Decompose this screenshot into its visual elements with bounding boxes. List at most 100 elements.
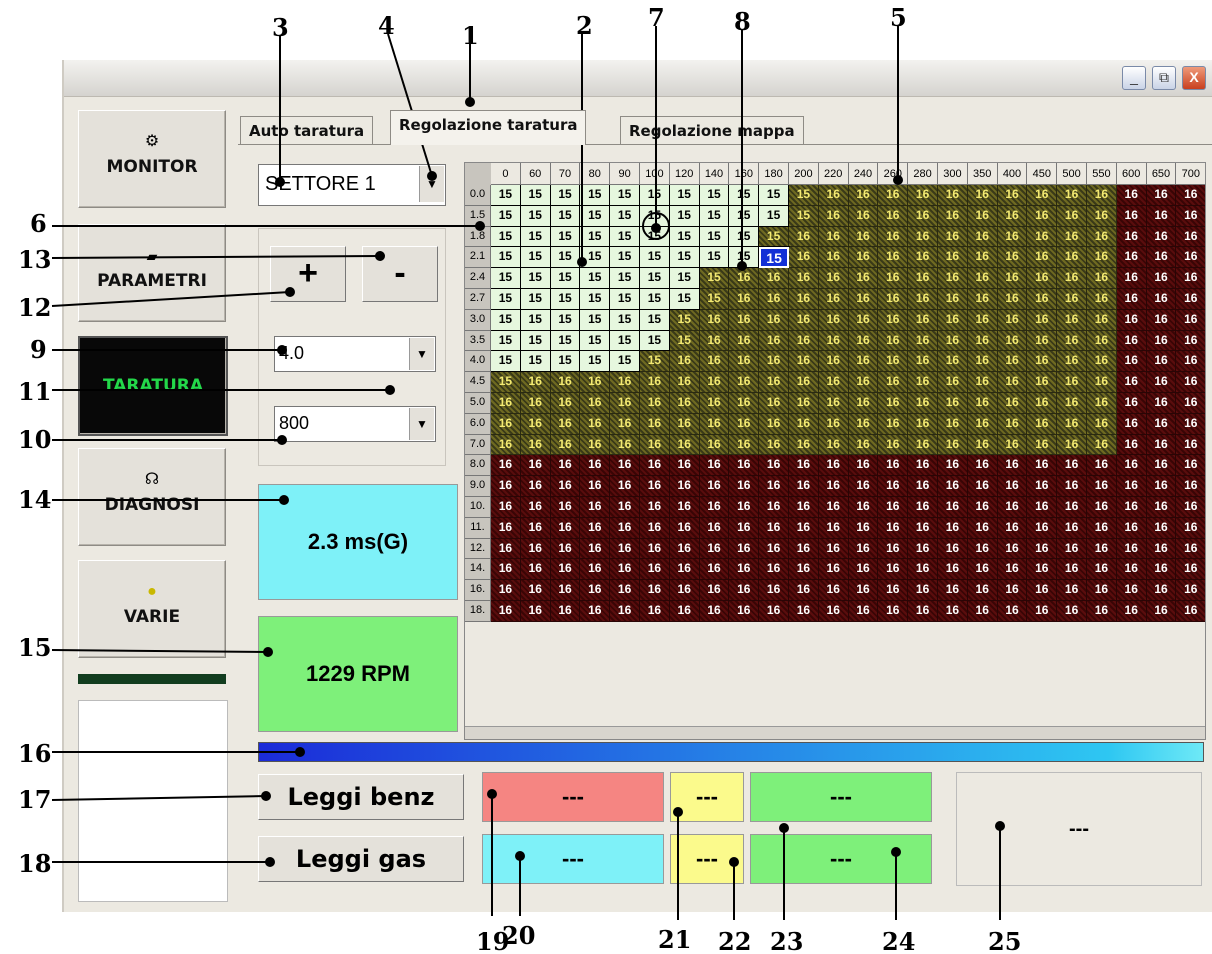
map-cell[interactable]: 16 [878,434,909,456]
map-cell[interactable]: 16 [1176,413,1205,435]
map-cell[interactable]: 16 [1176,372,1205,393]
map-cell[interactable]: 16 [908,289,938,310]
map-cell[interactable]: 15 [550,226,581,248]
map-cell[interactable]: 16 [1176,476,1205,497]
map-cell[interactable]: 16 [938,434,968,456]
map-cell[interactable]: 16 [997,226,1028,248]
tab-auto-taratura[interactable]: Auto taratura [240,116,374,145]
map-cell[interactable]: 16 [878,601,909,622]
map-cell[interactable]: 15 [491,247,521,269]
map-cell[interactable]: 15 [520,247,551,269]
map-cell[interactable]: 16 [550,517,581,539]
map-cell[interactable]: 16 [669,434,700,456]
tab-regolazione-taratura[interactable]: Regolazione taratura [390,110,587,145]
map-cell[interactable]: 16 [848,497,879,518]
map-cell[interactable]: 16 [1176,455,1205,477]
map-cell[interactable]: 16 [967,393,998,414]
map-cell[interactable]: 16 [610,497,640,518]
map-cell[interactable]: 16 [967,309,998,331]
map-cell[interactable]: 16 [938,497,968,518]
map-cell[interactable]: 16 [908,372,938,393]
map-cell[interactable]: 16 [938,268,968,289]
map-cell[interactable]: 16 [789,393,819,414]
map-cell[interactable]: 16 [878,559,909,581]
map-cell[interactable]: 15 [758,246,790,270]
map-cell[interactable]: 15 [580,289,611,310]
map-cell[interactable]: 15 [580,247,611,269]
map-cell[interactable]: 16 [550,413,581,435]
map-cell[interactable]: 16 [1057,330,1087,352]
map-cell[interactable]: 16 [1027,268,1058,289]
map-cell[interactable]: 16 [848,580,879,601]
map-cell[interactable]: 16 [938,393,968,414]
map-cell[interactable]: 16 [1027,476,1058,497]
map-cell[interactable]: 16 [520,393,551,414]
map-cell[interactable]: 15 [669,309,700,331]
map-cell[interactable]: 16 [759,538,789,560]
map-cell[interactable]: 16 [997,309,1028,331]
map-cell[interactable]: 16 [818,434,849,456]
map-cell[interactable]: 15 [699,185,730,206]
map-cell[interactable]: 16 [729,372,760,393]
map-cell[interactable]: 16 [759,309,789,331]
map-cell[interactable]: 16 [520,517,551,539]
map-cell[interactable]: 16 [997,289,1028,310]
map-cell[interactable]: 16 [997,517,1028,539]
map-cell[interactable]: 16 [967,476,998,497]
map-cell[interactable]: 16 [878,517,909,539]
step-select[interactable]: 4.0 ▼ [274,336,436,372]
map-cell[interactable]: 16 [1176,434,1205,456]
map-cell[interactable]: 15 [610,205,640,227]
map-cell[interactable]: 15 [580,309,611,331]
map-cell[interactable]: 15 [610,330,640,352]
map-cell[interactable]: 16 [1057,247,1087,269]
map-cell[interactable]: 16 [938,351,968,373]
map-cell[interactable]: 16 [1146,289,1177,310]
map-cell[interactable]: 16 [580,538,611,560]
map-cell[interactable]: 16 [908,601,938,622]
map-cell[interactable]: 16 [1146,185,1177,206]
map-cell[interactable]: 16 [1116,309,1147,331]
map-cell[interactable]: 16 [699,413,730,435]
map-cell[interactable]: 16 [1087,497,1117,518]
map-cell[interactable]: 16 [1027,497,1058,518]
map-cell[interactable]: 16 [1116,205,1147,227]
map-cell[interactable]: 16 [1176,247,1205,269]
map-cell[interactable]: 16 [908,185,938,206]
map-cell[interactable]: 16 [1087,476,1117,497]
map-cell[interactable]: 15 [580,330,611,352]
map-cell[interactable]: 15 [580,268,611,289]
map-cell[interactable]: 15 [669,185,700,206]
map-cell[interactable]: 15 [580,351,611,373]
map-cell[interactable]: 16 [908,517,938,539]
map-cell[interactable]: 16 [1087,372,1117,393]
map-cell[interactable]: 16 [1087,580,1117,601]
map-cell[interactable]: 16 [997,393,1028,414]
map-cell[interactable]: 16 [550,434,581,456]
map-cell[interactable]: 16 [1087,455,1117,477]
chevron-down-icon[interactable]: ▼ [419,166,444,202]
map-cell[interactable]: 16 [789,289,819,310]
map-cell[interactable]: 16 [759,372,789,393]
map-cell[interactable]: 16 [580,413,611,435]
sidebar-item-varie[interactable]: ● VARIE [78,560,226,658]
map-cell[interactable]: 16 [1116,226,1147,248]
map-cell[interactable]: 16 [818,538,849,560]
map-cell[interactable]: 16 [789,497,819,518]
map-cell[interactable]: 16 [818,205,849,227]
map-cell[interactable]: 16 [491,413,521,435]
map-cell[interactable]: 16 [669,476,700,497]
tab-regolazione-mappa[interactable]: Regolazione mappa [620,116,804,145]
map-cell[interactable]: 16 [759,559,789,581]
map-cell[interactable]: 16 [1087,226,1117,248]
map-cell[interactable]: 16 [1116,372,1147,393]
map-cell[interactable]: 15 [491,289,521,310]
map-cell[interactable]: 16 [789,330,819,352]
map-cell[interactable]: 15 [669,268,700,289]
map-cell[interactable]: 15 [699,268,730,289]
map-cell[interactable]: 16 [878,330,909,352]
map-cell[interactable]: 15 [699,289,730,310]
map-cell[interactable]: 16 [1087,517,1117,539]
map-cell[interactable]: 16 [580,517,611,539]
map-cell[interactable]: 16 [1087,309,1117,331]
